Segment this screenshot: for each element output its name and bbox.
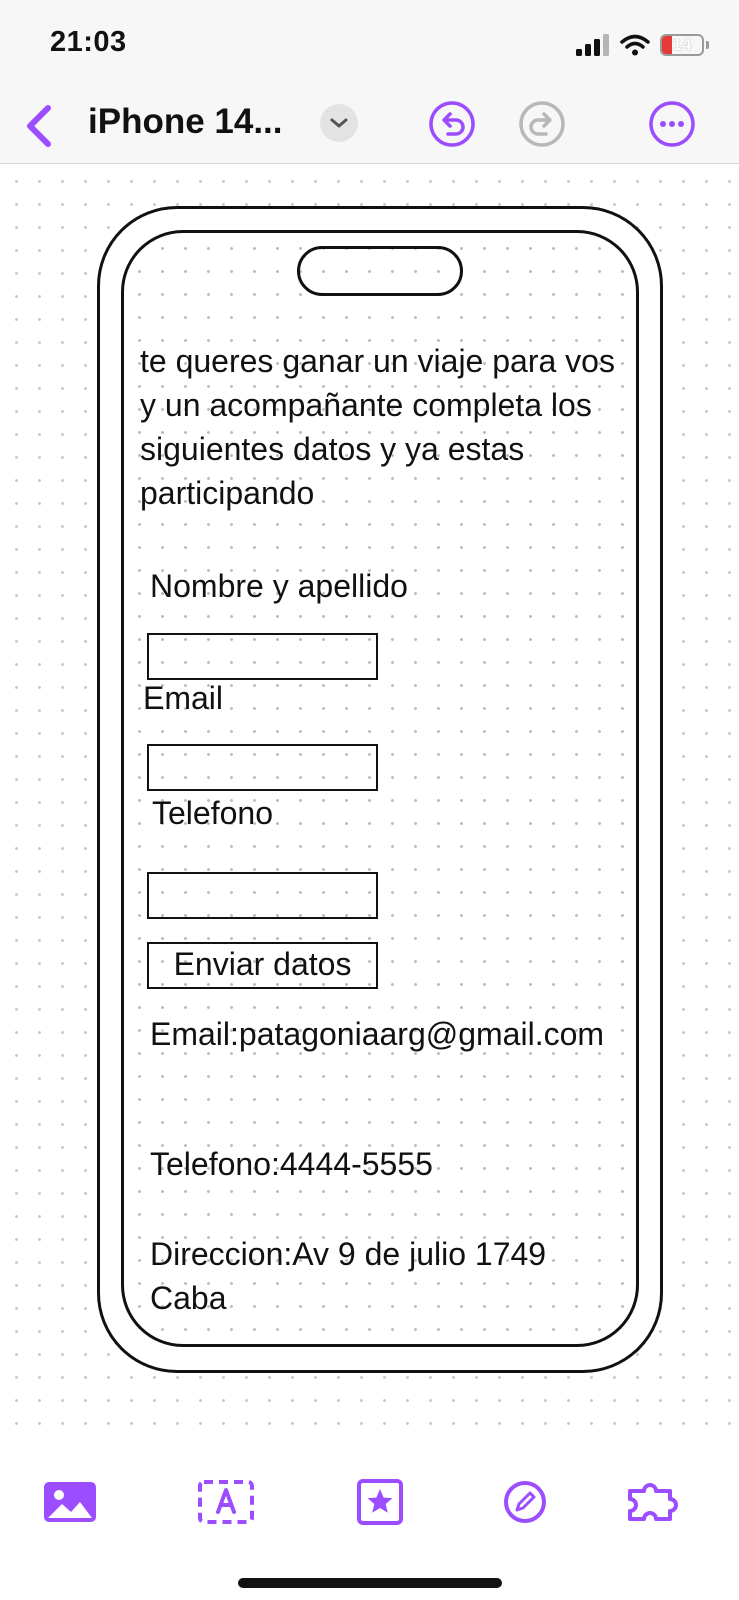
- insert-text-button[interactable]: [196, 1474, 256, 1530]
- name-field[interactable]: [147, 633, 378, 680]
- email-field[interactable]: [147, 744, 378, 791]
- back-button[interactable]: [20, 100, 60, 150]
- puzzle-icon: [628, 1483, 678, 1521]
- battery-icon: 14: [660, 34, 704, 56]
- contact-address[interactable]: Direccion:Av 9 de julio 1749 Caba: [150, 1232, 550, 1320]
- insert-shape-button[interactable]: [350, 1474, 410, 1530]
- phone-field[interactable]: [147, 872, 378, 919]
- redo-icon: [519, 101, 565, 147]
- pencil-icon: [504, 1481, 546, 1523]
- more-icon: [649, 101, 695, 147]
- home-indicator: [238, 1578, 502, 1588]
- battery-fill: [662, 36, 673, 54]
- title-dropdown-button[interactable]: [320, 104, 358, 142]
- battery-level: 14: [672, 35, 692, 54]
- phone-notch[interactable]: [297, 246, 463, 296]
- submit-button[interactable]: Enviar datos: [147, 942, 378, 989]
- image-icon: [44, 1482, 96, 1522]
- undo-button[interactable]: [428, 100, 476, 148]
- shape-star-icon: [357, 1479, 403, 1525]
- contact-phone[interactable]: Telefono:4444-5555: [150, 1142, 570, 1186]
- bottom-toolbar: [0, 1430, 739, 1600]
- undo-icon: [429, 101, 475, 147]
- back-chevron-icon: [27, 105, 51, 147]
- draw-button[interactable]: [495, 1474, 555, 1530]
- phone-label[interactable]: Telefono: [152, 795, 273, 832]
- redo-button[interactable]: [518, 100, 566, 148]
- nav-bar: iPhone 14...: [0, 92, 739, 164]
- status-icons: 14: [576, 30, 709, 60]
- wifi-icon: [620, 34, 650, 56]
- more-button[interactable]: [648, 100, 696, 148]
- plugins-button[interactable]: [624, 1474, 684, 1530]
- intro-text[interactable]: te queres ganar un viaje para vos y un a…: [140, 339, 620, 515]
- status-bar: 21:03 14: [0, 0, 739, 92]
- document-title[interactable]: iPhone 14...: [88, 102, 283, 142]
- status-time: 21:03: [50, 26, 127, 58]
- contact-email[interactable]: Email:patagoniaarg@gmail.com: [150, 1012, 604, 1056]
- insert-image-button[interactable]: [40, 1474, 100, 1530]
- battery-cap: [706, 41, 709, 49]
- email-label[interactable]: Email: [143, 680, 223, 717]
- text-box-icon: [198, 1480, 254, 1524]
- dropdown-chevron-icon: [330, 118, 348, 128]
- signal-icon: [576, 34, 609, 56]
- name-label[interactable]: Nombre y apellido: [150, 568, 408, 605]
